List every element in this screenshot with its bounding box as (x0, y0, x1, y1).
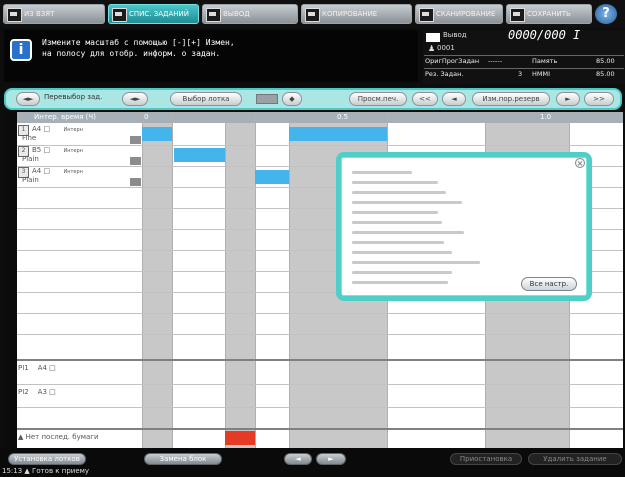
scroll-right-button[interactable]: ► (316, 453, 346, 465)
help-button[interactable]: ? (595, 4, 617, 24)
status-orig-label: ОригПрогЗадан (425, 57, 480, 65)
delete-job-button[interactable]: Удалить задание (528, 453, 622, 465)
tray-setup-button[interactable]: Установка лотков (8, 453, 86, 465)
reorder-label: Перевыбор зад. (44, 93, 103, 101)
user-id: 0001 (437, 44, 455, 52)
scroll-left-button[interactable]: ◄ (284, 453, 312, 465)
grid-hline (17, 334, 623, 335)
grid-hline (17, 313, 623, 314)
scan-icon (419, 8, 434, 22)
printer-icon (426, 33, 440, 42)
grid-left-strip (4, 112, 17, 448)
popup-blurred-line (352, 211, 438, 214)
status-hdd-label: HMMI (532, 70, 551, 78)
pi-row-1[interactable]: PI1 A4 □ (18, 364, 142, 372)
paper-select-button[interactable]: Выбор лотка (170, 92, 242, 106)
job-bar[interactable] (255, 170, 289, 184)
save-icon (510, 8, 525, 22)
status-hdd-value: 85.00 (596, 70, 615, 78)
prev-page-button[interactable]: << (412, 92, 438, 106)
message-line-2: на полосу для отобр. информ. о задан. (42, 49, 221, 58)
timeline-shaded-column (142, 123, 172, 448)
machine-icon (7, 8, 22, 22)
paper-tray-toggle[interactable] (256, 94, 278, 104)
next-button[interactable]: ► (556, 92, 580, 106)
job-bar[interactable] (174, 148, 225, 162)
status-line: 15:13 ▲ Готов к приему (2, 467, 89, 475)
job-row-2-marker (130, 157, 141, 165)
job-row-2-type: Plain (22, 155, 39, 163)
info-icon: i (10, 39, 32, 61)
paper-swap-button[interactable]: ◆ (282, 92, 302, 106)
clock-time: 15:13 (2, 467, 23, 475)
grid-vline (225, 112, 226, 448)
next-page-button[interactable]: >> (584, 92, 614, 106)
output-label: Вывод (443, 31, 467, 39)
output-icon (206, 8, 221, 22)
job-row-1-type: Fine (22, 134, 37, 142)
message-line-1: Измените масштаб с помощью [-][+] Измен, (42, 38, 235, 47)
ready-icon: ▲ (24, 467, 30, 475)
reorder-down-button[interactable]: ◄► (122, 92, 148, 106)
close-icon[interactable]: × (575, 158, 585, 168)
replace-block-button[interactable]: Замена блок (144, 453, 222, 465)
paper-out-alert (225, 431, 255, 445)
tab-copy[interactable]: КОПИРОВАНИЕ (301, 4, 412, 24)
no-paper-row: ▲ Нет послед. бумаги (18, 433, 99, 441)
tab-scan[interactable]: СКАНИРОВАНИЕ (415, 4, 503, 24)
popup-blurred-line (352, 191, 446, 194)
popup-blurred-line (352, 271, 452, 274)
copy-icon (305, 8, 320, 22)
popup-blurred-line (352, 221, 442, 224)
grid-section-divider (17, 428, 623, 430)
tab-output[interactable]: ВЫВОД (202, 4, 298, 24)
status-reserve-value: 3 (518, 70, 523, 78)
prev-button[interactable]: ◄ (442, 92, 466, 106)
grid-vline (289, 112, 290, 448)
popup-blurred-line (352, 251, 452, 254)
popup-blurred-line (352, 181, 438, 184)
tab-save[interactable]: СОХРАНИТЬ (506, 4, 592, 24)
pi-row-2[interactable]: PI2 A3 □ (18, 388, 142, 396)
grid-hline (17, 407, 623, 408)
job-row-3-type: Plain (22, 176, 39, 184)
timeline-shaded-column (225, 123, 255, 448)
preview-button[interactable]: Просм.печ. (349, 92, 407, 106)
grid-hline (17, 384, 623, 385)
popup-blurred-line (352, 171, 412, 174)
reorder-up-button[interactable]: ◄► (16, 92, 40, 106)
popup-blurred-line (352, 261, 480, 264)
status-divider (424, 55, 624, 56)
tab-job-list[interactable]: СПИС. ЗАДАНИЙ (108, 4, 199, 24)
timeline-header-label: Интер. время (Ч) (34, 113, 96, 121)
all-settings-button[interactable]: Все настр. (521, 277, 577, 291)
job-bar[interactable] (142, 127, 172, 141)
grid-vline (255, 112, 256, 448)
pause-button[interactable]: Приостановка (450, 453, 522, 465)
status-orig-value: ------ (488, 57, 503, 65)
tab-input[interactable]: ИЗ ВЗЯТ (3, 4, 105, 24)
timeline-scale-one: 1.0 (540, 113, 552, 121)
job-row-1-marker (130, 136, 141, 144)
list-icon (112, 8, 127, 22)
popup-blurred-line (352, 231, 464, 234)
job-row-3-marker (130, 178, 141, 186)
status-memory-value: 85.00 (596, 57, 615, 65)
output-counter: 0000/000 I (508, 28, 581, 42)
status-memory-label: Память (532, 57, 558, 65)
timeline-scale-0: 0 (144, 113, 149, 121)
user-icon: ♟ (428, 44, 436, 53)
grid-vline (172, 112, 173, 448)
grid-section-divider (17, 359, 623, 361)
popup-blurred-line (352, 241, 444, 244)
popup-blurred-line (352, 201, 462, 204)
status-reserve-label: Рез. Задан. (425, 70, 464, 78)
job-bar[interactable] (289, 127, 387, 141)
timeline-header (17, 112, 623, 123)
timeline-scale-half: 0.5 (337, 113, 349, 121)
popup-blurred-line (352, 281, 448, 284)
status-divider (424, 68, 624, 69)
zoom-reserve-button[interactable]: Изм.пор.резерв (472, 92, 550, 106)
machine-status: Готов к приему (32, 467, 90, 475)
